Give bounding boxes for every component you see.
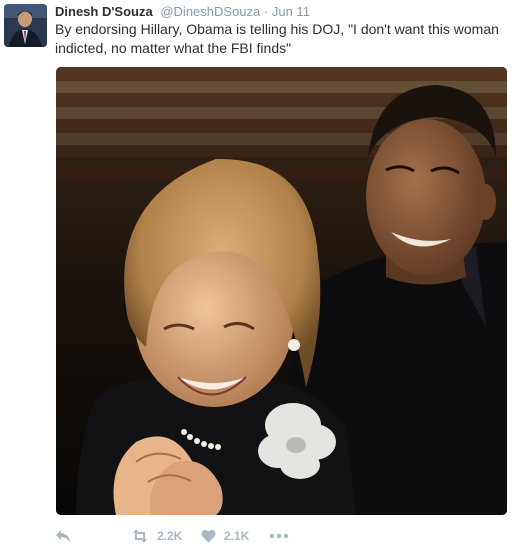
tweet-header: Dinesh D'Souza @DineshDSouza · Jun 11 bbox=[55, 3, 511, 21]
separator-dot: · bbox=[263, 4, 269, 19]
tweet: Dinesh D'Souza @DineshDSouza · Jun 11 By… bbox=[0, 0, 519, 553]
reply-icon bbox=[55, 529, 71, 543]
tweet-photo[interactable] bbox=[56, 67, 507, 515]
reply-button[interactable] bbox=[55, 525, 71, 547]
retweet-button[interactable]: 2.2K bbox=[131, 525, 182, 547]
tweet-timestamp[interactable]: Jun 11 bbox=[272, 4, 310, 19]
like-button[interactable]: 2.1K bbox=[201, 525, 249, 547]
retweet-icon bbox=[131, 529, 149, 543]
tweet-actions: 2.2K 2.1K bbox=[55, 525, 511, 547]
tweet-text: By endorsing Hillary, Obama is telling h… bbox=[55, 21, 499, 56]
heart-icon bbox=[201, 529, 216, 543]
more-button[interactable] bbox=[269, 525, 289, 547]
author-name[interactable]: Dinesh D'Souza bbox=[55, 4, 153, 19]
more-icon bbox=[269, 533, 289, 539]
author-handle[interactable]: @DineshDSouza bbox=[160, 4, 260, 19]
retweet-count: 2.2K bbox=[157, 529, 183, 543]
avatar[interactable] bbox=[4, 4, 47, 47]
like-count: 2.1K bbox=[224, 529, 250, 543]
